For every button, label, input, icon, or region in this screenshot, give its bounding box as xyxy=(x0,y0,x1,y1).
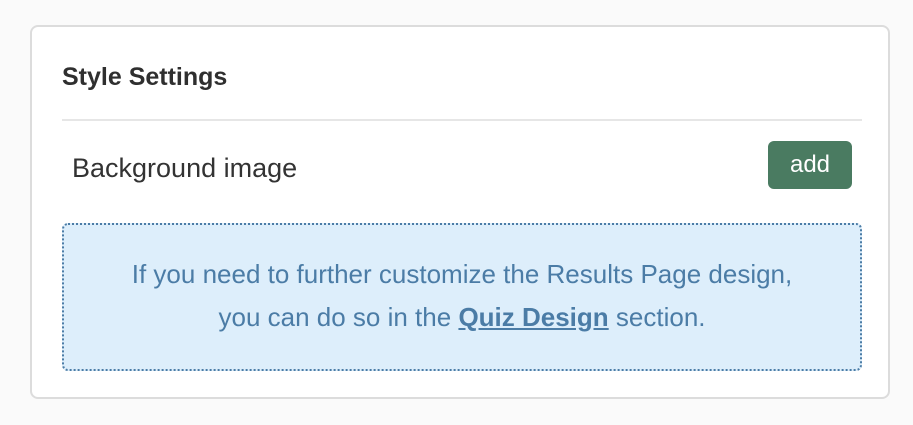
panel-title: Style Settings xyxy=(62,63,228,91)
customization-info-box: If you need to further customize the Res… xyxy=(62,223,862,371)
info-line-2-suffix: section. xyxy=(608,302,706,332)
quiz-design-link[interactable]: Quiz Design xyxy=(458,302,608,332)
add-background-image-button[interactable]: add xyxy=(768,141,852,189)
style-settings-panel: Style Settings Background image add If y… xyxy=(30,25,890,399)
background-image-label: Background image xyxy=(72,153,298,183)
info-text: If you need to further customize the Res… xyxy=(64,253,860,339)
title-divider xyxy=(62,119,862,121)
info-line-1: If you need to further customize the Res… xyxy=(131,259,793,289)
background-image-setting: Background image add xyxy=(72,141,852,189)
info-line-2-prefix: you can do so in the xyxy=(218,302,459,332)
